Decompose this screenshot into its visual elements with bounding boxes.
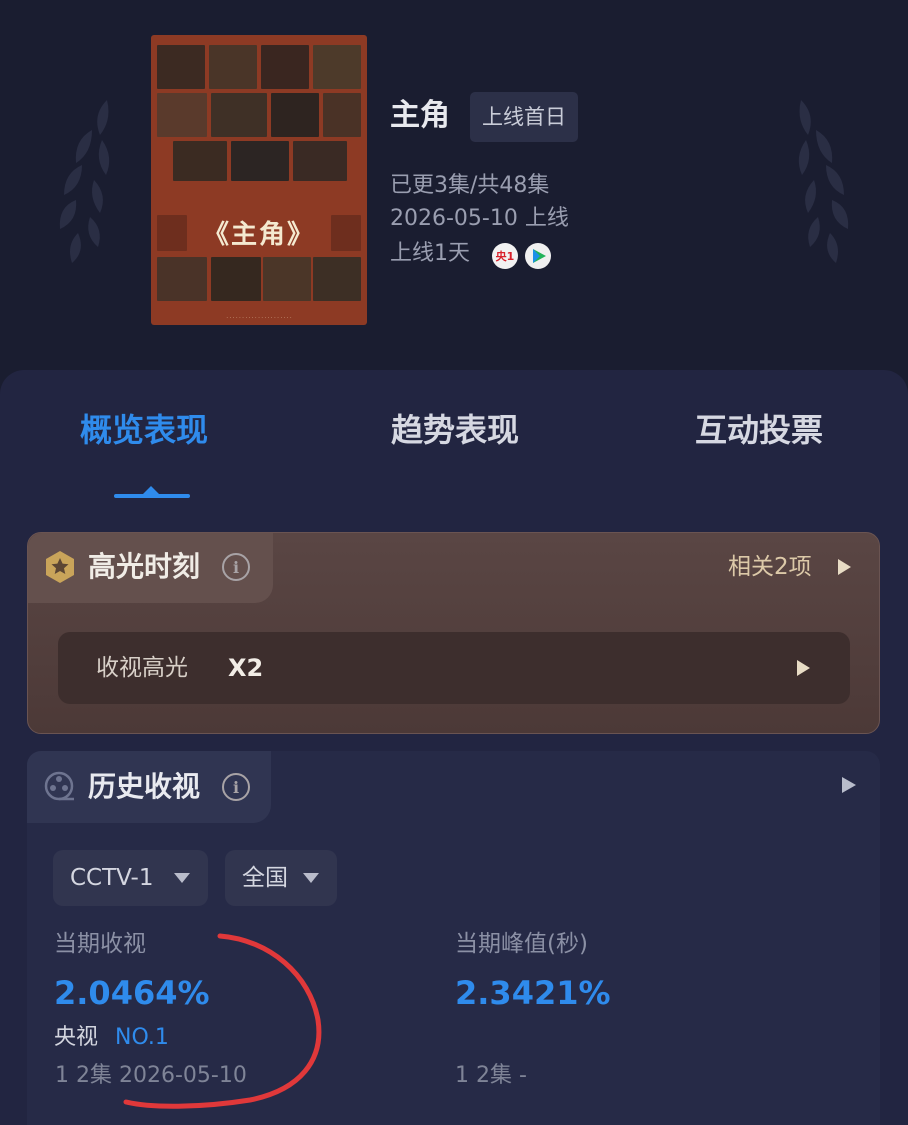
history-title: 历史收视 bbox=[88, 770, 201, 803]
tab-indicator bbox=[114, 494, 190, 498]
caret-down-icon bbox=[303, 873, 319, 883]
show-poster[interactable]: 《主角》 · · · · · · · · · · · · · · · · · ·… bbox=[151, 35, 367, 325]
channel-select[interactable]: CCTV-1 bbox=[53, 850, 208, 906]
show-title: 主角 bbox=[390, 98, 450, 133]
tab-overview[interactable]: 概览表现 bbox=[80, 405, 208, 455]
info-icon[interactable]: i bbox=[222, 553, 250, 581]
region-select-value: 全国 bbox=[242, 865, 288, 891]
current-rating-value: 2.0464% bbox=[54, 974, 210, 1012]
caret-down-icon bbox=[174, 873, 190, 883]
tab-vote[interactable]: 互动投票 bbox=[695, 405, 823, 455]
play-arrow-icon[interactable] bbox=[838, 559, 851, 575]
cctv1-logo-icon: 央1 bbox=[492, 243, 518, 269]
poster-title: 《主角》 bbox=[202, 219, 315, 250]
peak-episode-line: 1 2集 - bbox=[455, 1063, 527, 1088]
film-reel-icon bbox=[44, 771, 74, 801]
highlight-row-label: 收视高光 bbox=[96, 655, 188, 681]
laurel-right-icon bbox=[798, 100, 849, 263]
highlight-related-link[interactable]: 相关2项 bbox=[728, 549, 812, 585]
info-icon[interactable]: i bbox=[222, 773, 250, 801]
highlight-title: 高光时刻 bbox=[88, 550, 201, 583]
play-arrow-icon[interactable] bbox=[842, 777, 856, 793]
release-date: 2026-05-10 上线 bbox=[390, 206, 569, 231]
rank-value: NO.1 bbox=[115, 1025, 169, 1050]
tab-trend[interactable]: 趋势表现 bbox=[391, 405, 519, 455]
highlight-row-value: X2 bbox=[228, 654, 264, 682]
region-select[interactable]: 全国 bbox=[225, 850, 337, 906]
show-header: 《主角》 · · · · · · · · · · · · · · · · · ·… bbox=[0, 0, 908, 380]
video-platform-icon bbox=[525, 243, 551, 269]
peak-rating-value: 2.3421% bbox=[455, 974, 611, 1012]
poster-credits: · · · · · · · · · · · · · · · · · · · · … bbox=[226, 315, 292, 321]
channel-select-value: CCTV-1 bbox=[70, 865, 154, 891]
tab-indicator-caret bbox=[143, 486, 159, 494]
days-online: 上线1天 bbox=[390, 241, 470, 266]
current-episode-line: 1 2集 2026-05-10 bbox=[55, 1063, 247, 1088]
peak-rating-label: 当期峰值(秒) bbox=[455, 931, 588, 957]
status-badge: 上线首日 bbox=[470, 92, 578, 142]
laurel-left-icon bbox=[59, 100, 110, 263]
episode-count: 已更3集/共48集 bbox=[390, 173, 550, 198]
rank-label: 央视 bbox=[54, 1025, 99, 1050]
current-rating-label: 当期收视 bbox=[54, 931, 146, 957]
star-hexagon-icon bbox=[46, 551, 74, 583]
play-arrow-icon[interactable] bbox=[797, 660, 810, 676]
